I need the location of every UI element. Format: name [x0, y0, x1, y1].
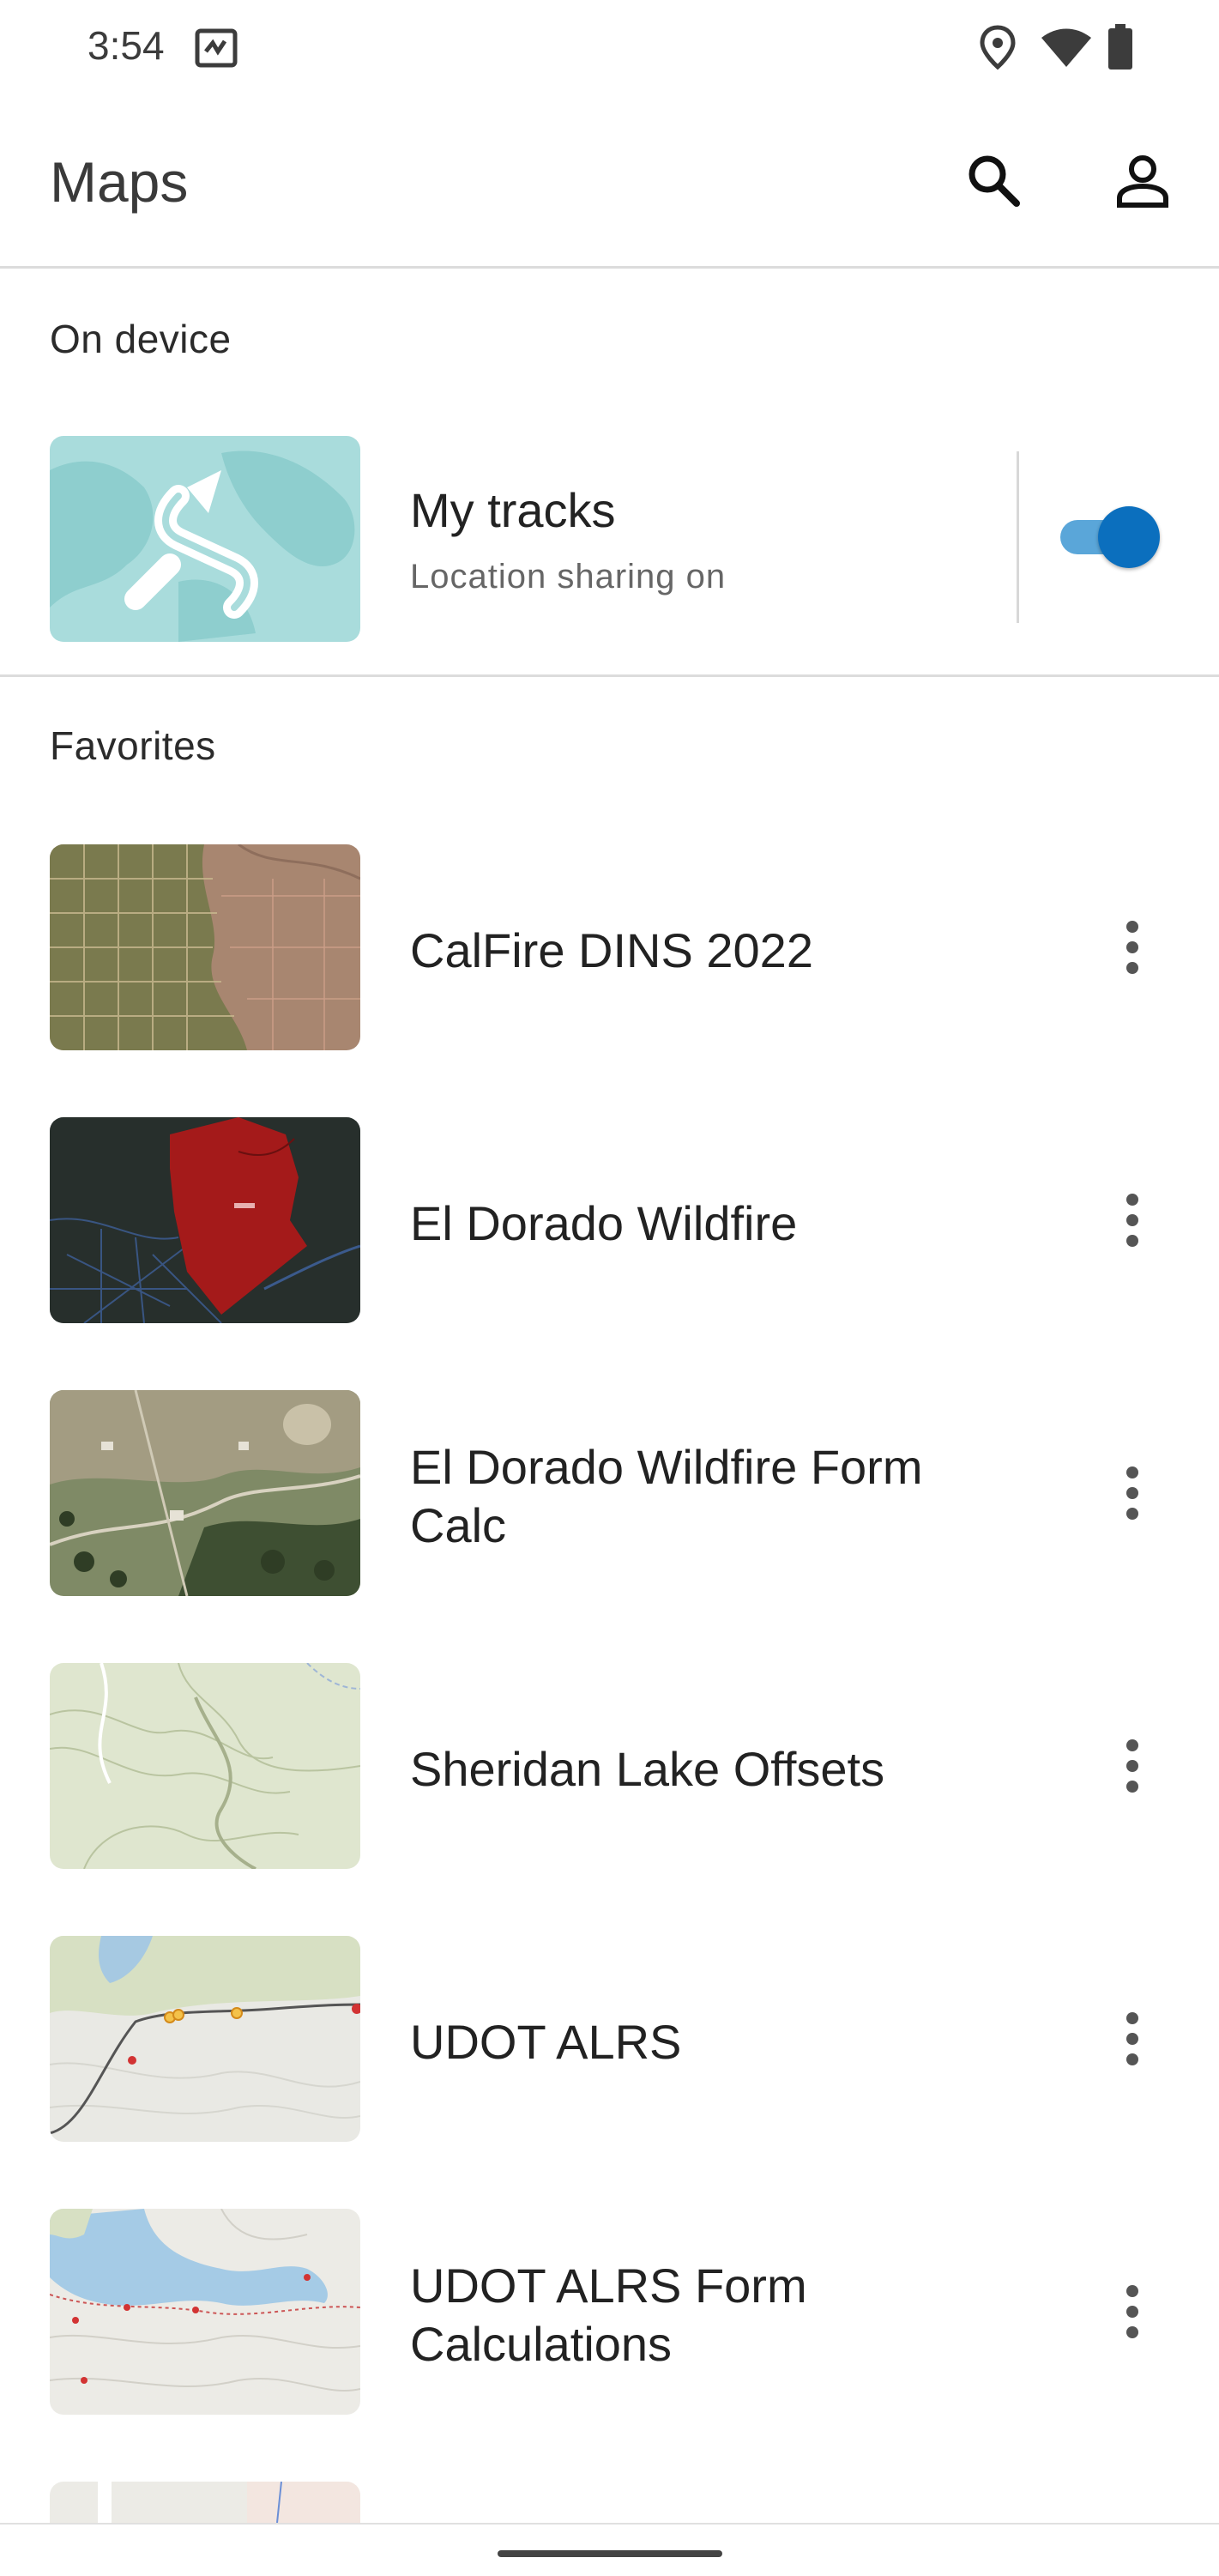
- status-bar: 3:54: [0, 0, 1219, 94]
- map-thumbnail: [50, 1663, 360, 1869]
- wifi-icon: [1040, 27, 1093, 69]
- location-sharing-toggle[interactable]: [1060, 506, 1160, 568]
- map-item-title: UDOT ALRS Form Calculations: [410, 2259, 807, 2371]
- location-icon: [978, 24, 1017, 70]
- more-options-button[interactable]: [1102, 1177, 1162, 1263]
- map-item-el-dorado-wildfire-form-calc[interactable]: El Dorado Wildfire Form Calc: [0, 1370, 1219, 1627]
- section-divider: [0, 674, 1219, 677]
- map-item-el-dorado-wildfire[interactable]: El Dorado Wildfire: [0, 1097, 1219, 1354]
- map-item-title: El Dorado Wildfire: [410, 1196, 798, 1250]
- map-item-udot-alrs-form-calculations[interactable]: UDOT ALRS Form Calculations: [0, 2188, 1219, 2446]
- more-vert-icon: [1126, 2285, 1138, 2338]
- status-time: 3:54: [88, 23, 165, 68]
- my-tracks-thumbnail: [50, 436, 360, 642]
- more-options-button[interactable]: [1102, 1996, 1162, 2082]
- home-gesture-handle[interactable]: [498, 2550, 722, 2557]
- map-thumbnail: [50, 2209, 360, 2415]
- account-icon: [1117, 155, 1168, 208]
- more-options-button[interactable]: [1102, 904, 1162, 990]
- account-button[interactable]: [1108, 146, 1177, 215]
- battery-icon: [1107, 24, 1134, 70]
- section-favorites: Favorites: [50, 723, 216, 768]
- map-item-title: UDOT ALRS: [410, 2015, 682, 2069]
- more-vert-icon: [1126, 2012, 1138, 2065]
- map-thumbnail: [50, 1390, 360, 1596]
- section-on-device: On device: [50, 317, 232, 361]
- more-vert-icon: [1126, 921, 1138, 974]
- more-options-button[interactable]: [1102, 1450, 1162, 1536]
- search-button[interactable]: [959, 146, 1028, 215]
- more-vert-icon: [1126, 1466, 1138, 1520]
- map-thumbnail: [50, 1936, 360, 2142]
- more-options-button[interactable]: [1102, 2269, 1162, 2355]
- vertical-divider: [1017, 451, 1019, 623]
- my-tracks-title: My tracks: [410, 483, 616, 537]
- map-thumbnail-partial: [50, 2482, 360, 2523]
- map-thumbnail: [50, 1117, 360, 1323]
- my-tracks-row[interactable]: My tracks Location sharing on: [0, 420, 1219, 652]
- map-item-calfire[interactable]: CalFire DINS 2022: [0, 824, 1219, 1081]
- page-title: Maps: [50, 150, 189, 214]
- toggle-knob: [1098, 506, 1160, 568]
- map-item-udot-alrs[interactable]: UDOT ALRS: [0, 1915, 1219, 2173]
- my-tracks-subtitle: Location sharing on: [410, 558, 727, 596]
- more-vert-icon: [1126, 1739, 1138, 1793]
- map-item-sheridan-lake-offsets[interactable]: Sheridan Lake Offsets: [0, 1642, 1219, 1900]
- map-item-title: CalFire DINS 2022: [410, 923, 813, 977]
- map-item-title: El Dorado Wildfire Form Calc: [410, 1440, 923, 1552]
- system-nav-bar: [0, 2523, 1219, 2576]
- app-bar-divider: [0, 266, 1219, 269]
- app-notification-icon: [194, 26, 238, 70]
- map-thumbnail: [50, 844, 360, 1050]
- more-options-button[interactable]: [1102, 1723, 1162, 1809]
- app-bar: Maps: [0, 103, 1219, 266]
- more-vert-icon: [1126, 1194, 1138, 1247]
- map-item-title: Sheridan Lake Offsets: [410, 1742, 885, 1796]
- search-icon: [969, 155, 1020, 207]
